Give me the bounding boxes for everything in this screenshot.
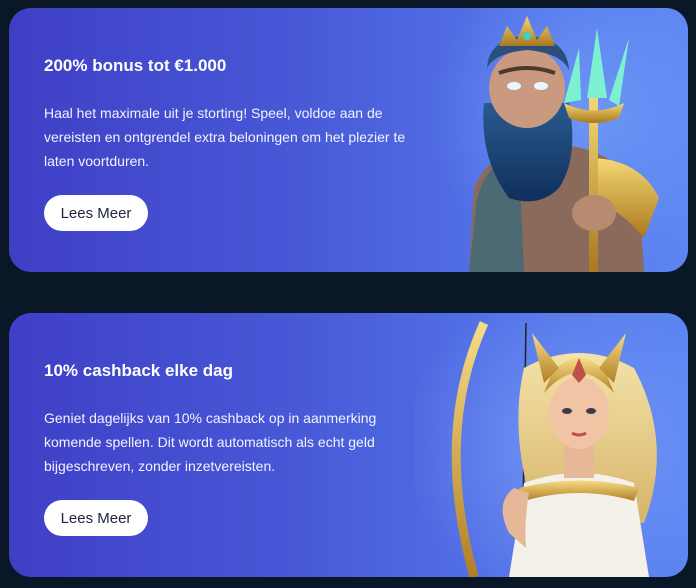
promo-card-bonus: 200% bonus tot €1.000 Haal het maximale … [9, 8, 688, 272]
promo-card-cashback: 10% cashback elke dag Geniet dagelijks v… [9, 313, 688, 577]
read-more-button[interactable]: Lees Meer [44, 195, 148, 231]
sea-god-illustration [429, 8, 688, 272]
promo-title: 10% cashback elke dag [44, 361, 234, 380]
promo-title: 200% bonus tot €1.000 [44, 56, 227, 75]
goddess-illustration [414, 313, 688, 577]
read-more-button[interactable]: Lees Meer [44, 500, 148, 536]
promo-description: Geniet dagelijks van 10% cashback op in … [44, 410, 377, 474]
promo-description: Haal het maximale uit je storting! Speel… [44, 105, 406, 169]
